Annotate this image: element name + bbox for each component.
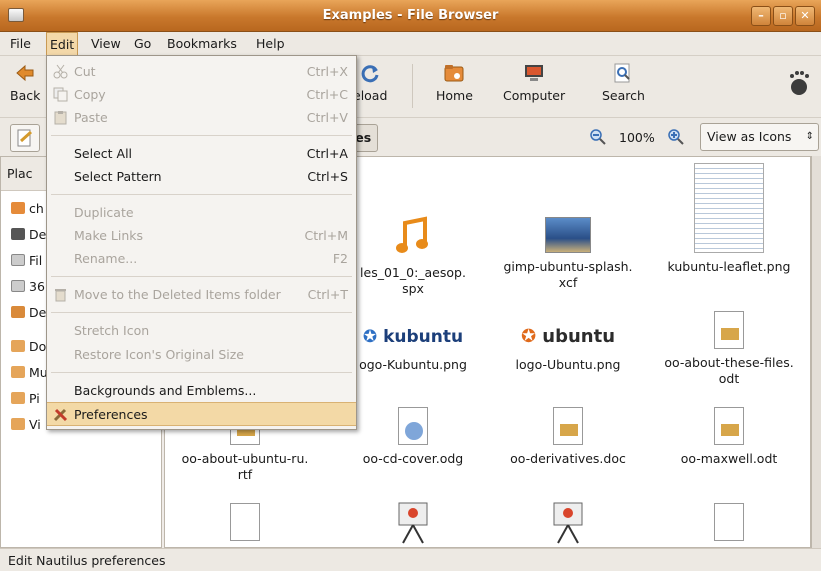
presentation-icon xyxy=(398,502,428,544)
menu-item-select-pattern[interactable]: Select Pattern Ctrl+S xyxy=(47,165,356,188)
menu-help[interactable]: Help xyxy=(253,36,288,51)
kubuntu-logo-icon: ✪ kubuntu xyxy=(362,327,464,347)
menu-item-select-all[interactable]: Select All Ctrl+A xyxy=(47,142,356,165)
ubuntu-logo-icon: ✪ ubuntu xyxy=(520,326,616,347)
folder-icon xyxy=(11,340,25,352)
drawing-document-icon xyxy=(398,407,428,445)
image-thumbnail xyxy=(545,217,591,253)
file-item-logo-kubuntu[interactable]: ✪ kubuntu ogo-Kubuntu.png xyxy=(333,329,493,373)
toggle-path-button[interactable] xyxy=(10,124,40,152)
maximize-button[interactable]: ▫ xyxy=(773,6,793,26)
zoom-out-icon[interactable] xyxy=(590,129,606,145)
zoom-in-icon[interactable] xyxy=(668,129,684,145)
text-document-icon xyxy=(553,407,583,445)
file-item-kubuntu-leaflet[interactable]: kubuntu-leaflet.png xyxy=(649,163,809,275)
back-button[interactable]: Back xyxy=(10,62,40,103)
search-button[interactable]: Search xyxy=(602,62,645,103)
reload-button[interactable]: eload xyxy=(353,62,387,103)
zoom-level[interactable]: 100% xyxy=(619,130,655,145)
minimize-button[interactable]: – xyxy=(751,6,771,26)
home-folder-icon xyxy=(11,202,25,214)
document-icon xyxy=(230,503,260,541)
desktop-icon xyxy=(11,228,25,240)
presentation-icon xyxy=(553,502,583,544)
trash-icon xyxy=(11,306,25,318)
file-item-partial[interactable] xyxy=(333,501,493,547)
menu-item-backgrounds-emblems[interactable]: Backgrounds and Emblems... xyxy=(47,379,356,402)
menu-item-copy[interactable]: Copy Ctrl+C xyxy=(47,83,356,106)
file-item-aesop-spx[interactable]: les_01_0:_aesop. spx xyxy=(333,215,493,297)
back-arrow-icon xyxy=(16,64,34,82)
drive-icon xyxy=(11,254,25,266)
folder-icon xyxy=(11,366,25,378)
gnome-foot-icon xyxy=(788,70,810,99)
text-document-icon xyxy=(714,311,744,349)
file-item-partial[interactable] xyxy=(488,501,648,547)
menu-separator xyxy=(51,276,352,277)
text-document-icon xyxy=(714,407,744,445)
menu-separator xyxy=(51,312,352,313)
menu-bookmarks[interactable]: Bookmarks xyxy=(164,36,240,51)
file-item-gimp-splash[interactable]: gimp-ubuntu-splash. xcf xyxy=(488,215,648,291)
menu-item-cut[interactable]: Cut Ctrl+X xyxy=(47,60,356,83)
menu-item-restore-icon-size[interactable]: Restore Icon's Original Size xyxy=(47,343,356,366)
preferences-tools-icon xyxy=(53,408,68,422)
menu-item-stretch-icon[interactable]: Stretch Icon xyxy=(47,319,356,342)
menu-item-make-links[interactable]: Make Links Ctrl+M xyxy=(47,224,356,247)
window-title: Examples - File Browser xyxy=(322,8,499,23)
menu-item-preferences[interactable]: Preferences xyxy=(47,402,356,426)
copy-icon xyxy=(53,87,68,102)
menu-view[interactable]: View xyxy=(88,36,124,51)
edit-location-icon xyxy=(17,129,33,147)
audio-file-icon xyxy=(396,216,428,253)
file-item-logo-ubuntu[interactable]: ✪ ubuntu logo-Ubuntu.png xyxy=(488,326,648,373)
folder-icon xyxy=(11,392,25,404)
menu-edit[interactable]: Edit xyxy=(46,32,79,56)
file-item-oo-derivatives[interactable]: oo-derivatives.doc xyxy=(488,407,648,467)
edit-menu-dropdown: Cut Ctrl+X Copy Ctrl+C Paste Ctrl+V Sele… xyxy=(46,55,357,430)
menu-item-paste[interactable]: Paste Ctrl+V xyxy=(47,106,356,129)
paste-icon xyxy=(54,111,67,125)
file-item-oo-about-these-files[interactable]: oo-about-these-files. odt xyxy=(649,311,809,387)
menu-go[interactable]: Go xyxy=(131,36,154,51)
folder-icon xyxy=(11,418,25,430)
toolbar-separator xyxy=(412,64,413,108)
document-icon xyxy=(714,503,744,541)
cut-icon xyxy=(53,64,68,79)
vertical-scrollbar[interactable] xyxy=(811,156,821,548)
file-item-partial[interactable] xyxy=(649,503,809,547)
view-mode-label: View as Icons xyxy=(707,129,792,144)
file-item-partial[interactable] xyxy=(165,503,325,547)
menu-item-rename[interactable]: Rename... F2 xyxy=(47,247,356,270)
status-bar: Edit Nautilus preferences xyxy=(0,548,821,571)
close-button[interactable]: ✕ xyxy=(795,6,815,26)
menu-separator xyxy=(51,135,352,136)
document-thumbnail xyxy=(694,163,764,253)
menu-item-move-to-trash[interactable]: Move to the Deleted Items folder Ctrl+T xyxy=(47,283,356,306)
search-icon xyxy=(614,63,631,83)
menu-bar: File Edit View Go Bookmarks Help xyxy=(0,32,821,56)
view-mode-select[interactable]: View as Icons ⇕ xyxy=(700,123,819,151)
title-bar: Examples - File Browser – ▫ ✕ xyxy=(0,0,821,32)
drive-icon xyxy=(11,280,25,292)
reload-icon xyxy=(361,65,379,83)
computer-button[interactable]: Computer xyxy=(503,62,565,103)
file-item-oo-cd-cover[interactable]: oo-cd-cover.odg xyxy=(333,407,493,467)
menu-separator xyxy=(51,372,352,373)
computer-icon xyxy=(525,65,544,81)
select-arrows-icon: ⇕ xyxy=(805,131,814,142)
menu-file[interactable]: File xyxy=(7,36,34,51)
menu-item-duplicate[interactable]: Duplicate xyxy=(47,201,356,224)
home-folder-icon xyxy=(444,65,464,82)
trash-icon xyxy=(55,289,66,302)
home-button[interactable]: Home xyxy=(436,62,473,103)
menu-separator xyxy=(51,194,352,195)
file-item-oo-maxwell[interactable]: oo-maxwell.odt xyxy=(649,407,809,467)
